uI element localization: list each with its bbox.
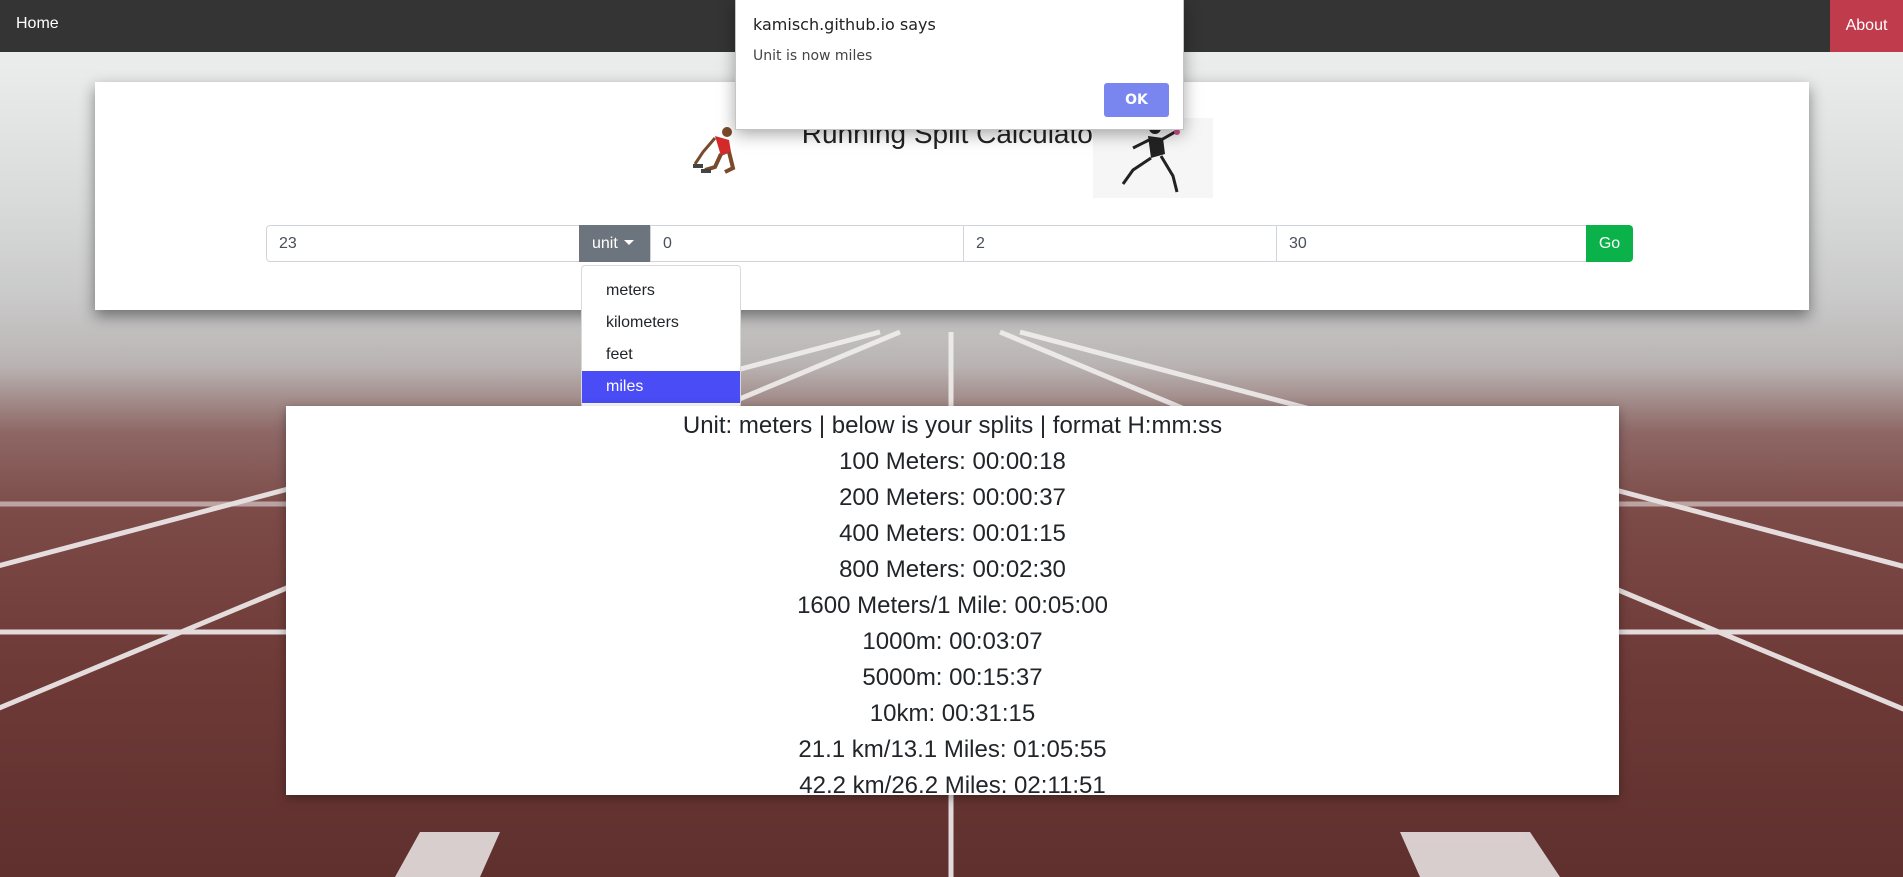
alert-title: kamisch.github.io says bbox=[753, 15, 936, 34]
unit-dropdown-menu: meters kilometers feet miles bbox=[581, 265, 741, 409]
unit-option-miles[interactable]: miles bbox=[582, 371, 740, 403]
unit-option-meters[interactable]: meters bbox=[582, 275, 740, 307]
nav-home-link[interactable]: Home bbox=[16, 15, 59, 33]
input-row: 23 unit 0 2 30 Go bbox=[266, 225, 1636, 262]
distance-input[interactable]: 23 bbox=[266, 225, 580, 262]
alert-dialog: kamisch.github.io says Unit is now miles… bbox=[735, 0, 1184, 130]
split-row: 10km: 00:31:15 bbox=[869, 700, 1036, 727]
nav-about-button[interactable]: About bbox=[1830, 0, 1903, 52]
results-header: Unit: meters | below is your splits | fo… bbox=[682, 412, 1223, 439]
alert-message: Unit is now miles bbox=[753, 48, 873, 64]
unit-option-kilometers[interactable]: kilometers bbox=[582, 307, 740, 339]
results-list: Unit: meters | below is your splits | fo… bbox=[286, 408, 1619, 804]
unit-button-label: unit bbox=[592, 235, 618, 252]
go-button[interactable]: Go bbox=[1586, 225, 1633, 262]
results-card: Unit: meters | below is your splits | fo… bbox=[286, 406, 1619, 799]
unit-dropdown-button[interactable]: unit bbox=[579, 225, 650, 262]
split-row: 1600 Meters/1 Mile: 00:05:00 bbox=[797, 592, 1108, 619]
split-row: 21.1 km/13.1 Miles: 01:05:55 bbox=[798, 736, 1107, 763]
caret-down-icon bbox=[623, 240, 634, 245]
unit-option-feet[interactable]: feet bbox=[582, 339, 740, 371]
split-row: 42.2 km/26.2 Miles: 02:11:51 bbox=[799, 772, 1106, 799]
split-row: 5000m: 00:15:37 bbox=[862, 664, 1043, 691]
split-row: 800 Meters: 00:02:30 bbox=[839, 556, 1066, 583]
split-row: 200 Meters: 00:00:37 bbox=[839, 484, 1066, 511]
seconds-input[interactable]: 30 bbox=[1276, 225, 1587, 262]
hours-input[interactable]: 0 bbox=[650, 225, 964, 262]
alert-ok-button[interactable]: OK bbox=[1104, 83, 1169, 117]
minutes-input[interactable]: 2 bbox=[963, 225, 1277, 262]
split-row: 400 Meters: 00:01:15 bbox=[839, 520, 1066, 547]
sprinting-runner-icon bbox=[1093, 118, 1213, 198]
split-row: 100 Meters: 00:00:18 bbox=[839, 448, 1066, 475]
split-row: 1000m: 00:03:07 bbox=[862, 628, 1043, 655]
